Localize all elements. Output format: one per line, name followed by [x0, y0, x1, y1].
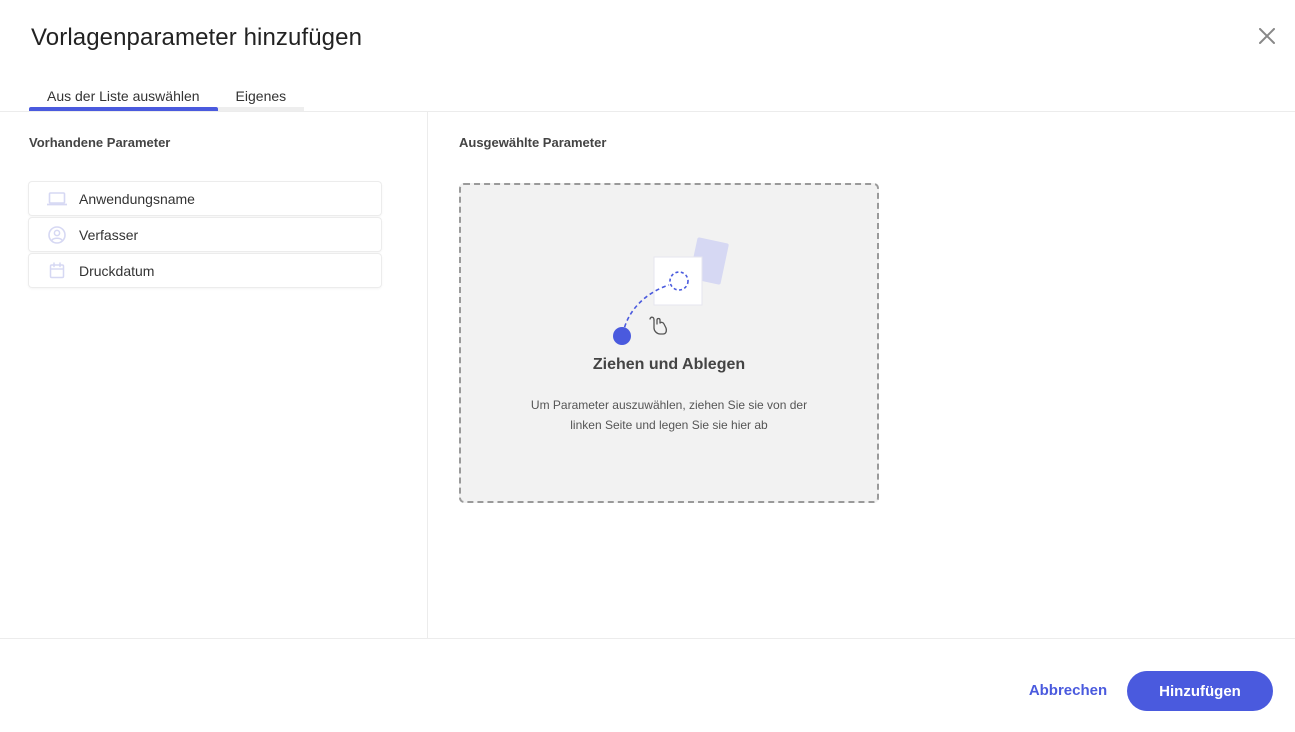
drop-zone-description: Um Parameter auszuwählen, ziehen Sie sie…	[521, 395, 817, 435]
add-template-parameter-dialog: Vorlagenparameter hinzufügen Aus der Lis…	[0, 0, 1295, 732]
selected-parameters-title: Ausgewählte Parameter	[459, 135, 607, 150]
parameter-label: Anwendungsname	[79, 190, 195, 207]
tab-label: Eigenes	[235, 87, 287, 104]
tab-label: Aus der Liste auswählen	[47, 87, 200, 104]
drop-zone-title: Ziehen und Ablegen	[592, 356, 746, 373]
drag-and-drop-illustration	[613, 237, 729, 345]
tab-from-list[interactable]: Aus der Liste auswählen	[29, 80, 218, 111]
parameter-label: Verfasser	[79, 226, 139, 243]
available-parameters-list: Anwendungsname Verfasser Druckdatum	[29, 182, 381, 290]
user-circle-icon	[47, 225, 67, 245]
cancel-button[interactable]: Abbrechen	[1018, 672, 1118, 708]
tab-custom[interactable]: Eigenes	[217, 80, 305, 111]
calendar-icon	[47, 261, 67, 281]
dialog-title: Vorlagenparameter hinzufügen	[31, 24, 363, 51]
drop-zone[interactable]: Ziehen und Ablegen Um Parameter auszuwäh…	[459, 183, 879, 503]
parameter-item-author[interactable]: Verfasser	[29, 218, 381, 251]
add-button[interactable]: Hinzufügen	[1127, 671, 1273, 711]
parameter-item-print-date[interactable]: Druckdatum	[29, 254, 381, 287]
footer-divider	[0, 638, 1295, 639]
drop-zone-description-line: Um Parameter auszuwählen, ziehen Sie sie…	[530, 398, 808, 412]
parameter-item-application-name[interactable]: Anwendungsname	[29, 182, 381, 215]
drop-zone-description-line: linken Seite und legen Sie sie hier ab	[570, 418, 768, 432]
parameter-label: Druckdatum	[79, 262, 155, 279]
close-icon	[1259, 28, 1275, 44]
tab-bar: Aus der Liste auswählen Eigenes	[29, 80, 304, 111]
close-button[interactable]	[1256, 25, 1278, 47]
laptop-icon	[47, 189, 67, 209]
available-parameters-title: Vorhandene Parameter	[29, 135, 171, 150]
